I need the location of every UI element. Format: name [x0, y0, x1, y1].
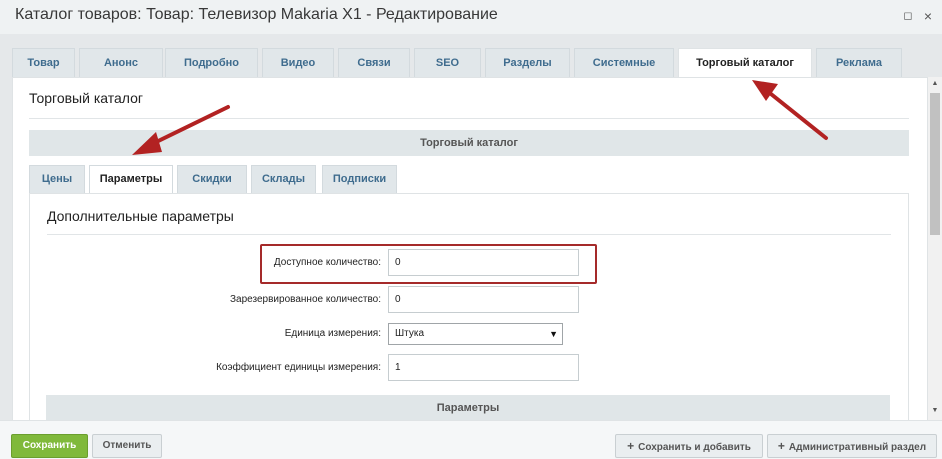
divider: [47, 234, 891, 235]
maximize-icon[interactable]: ◻: [900, 8, 916, 24]
tab-torgovyi-katalog[interactable]: Торговый каталог: [678, 48, 812, 78]
tab-reklama[interactable]: Реклама: [816, 48, 902, 77]
save-and-add-label: Сохранить и добавить: [638, 442, 751, 453]
plus-icon: +: [777, 439, 785, 453]
reserved-qty-label: Зарезервированное количество:: [230, 294, 381, 305]
unit-select-value: Штука: [395, 328, 425, 339]
close-icon[interactable]: ×: [920, 8, 936, 24]
unit-ratio-input[interactable]: 1: [388, 354, 579, 381]
unit-select[interactable]: Штука ▼: [388, 323, 563, 345]
tab-video[interactable]: Видео: [262, 48, 334, 77]
divider: [29, 118, 909, 119]
plus-icon: +: [627, 439, 635, 453]
section-header: Торговый каталог: [29, 130, 909, 156]
tab-seo[interactable]: SEO: [414, 48, 481, 77]
unit-ratio-label: Коэффициент единицы измерения:: [216, 362, 381, 373]
subtab-podpiski[interactable]: Подписки: [322, 165, 397, 193]
footer-toolbar: Сохранить Отменить + Сохранить и добавить…: [0, 420, 942, 459]
window-title: Каталог товаров: Товар: Телевизор Makari…: [15, 6, 498, 23]
subtab-parametry[interactable]: Параметры: [89, 165, 173, 194]
admin-section-label: Административный раздел: [788, 442, 927, 453]
scroll-down-icon[interactable]: ▼: [928, 404, 942, 418]
save-and-add-button[interactable]: + Сохранить и добавить: [615, 434, 763, 458]
subtab-skidki[interactable]: Скидки: [177, 165, 247, 193]
reserved-qty-input[interactable]: 0: [388, 286, 579, 313]
tab-svyazi[interactable]: Связи: [338, 48, 410, 77]
window-titlebar: Каталог товаров: Товар: Телевизор Makari…: [0, 0, 942, 34]
tab-sistemnye[interactable]: Системные: [574, 48, 674, 77]
highlight-box: [260, 244, 597, 284]
save-button[interactable]: Сохранить: [11, 434, 88, 458]
tab-razdely[interactable]: Разделы: [485, 48, 570, 77]
subtab-sklady[interactable]: Склады: [251, 165, 316, 193]
subtab-ceny[interactable]: Цены: [29, 165, 85, 193]
params-header: Параметры: [46, 395, 890, 421]
subpanel-title: Дополнительные параметры: [47, 208, 234, 224]
scrollbar[interactable]: ▲ ▼: [928, 77, 942, 420]
tab-anons[interactable]: Анонс: [79, 48, 163, 77]
scroll-up-icon[interactable]: ▲: [928, 77, 942, 91]
scrollbar-thumb[interactable]: [930, 93, 940, 235]
admin-section-button[interactable]: + Административный раздел: [767, 434, 937, 458]
tab-podrobno[interactable]: Подробно: [165, 48, 258, 77]
panel-title: Торговый каталог: [29, 90, 143, 106]
unit-label: Единица измерения:: [284, 328, 381, 339]
tab-tovar[interactable]: Товар: [12, 48, 75, 77]
dropdown-arrow-icon: ▼: [549, 329, 558, 339]
cancel-button[interactable]: Отменить: [92, 434, 162, 458]
